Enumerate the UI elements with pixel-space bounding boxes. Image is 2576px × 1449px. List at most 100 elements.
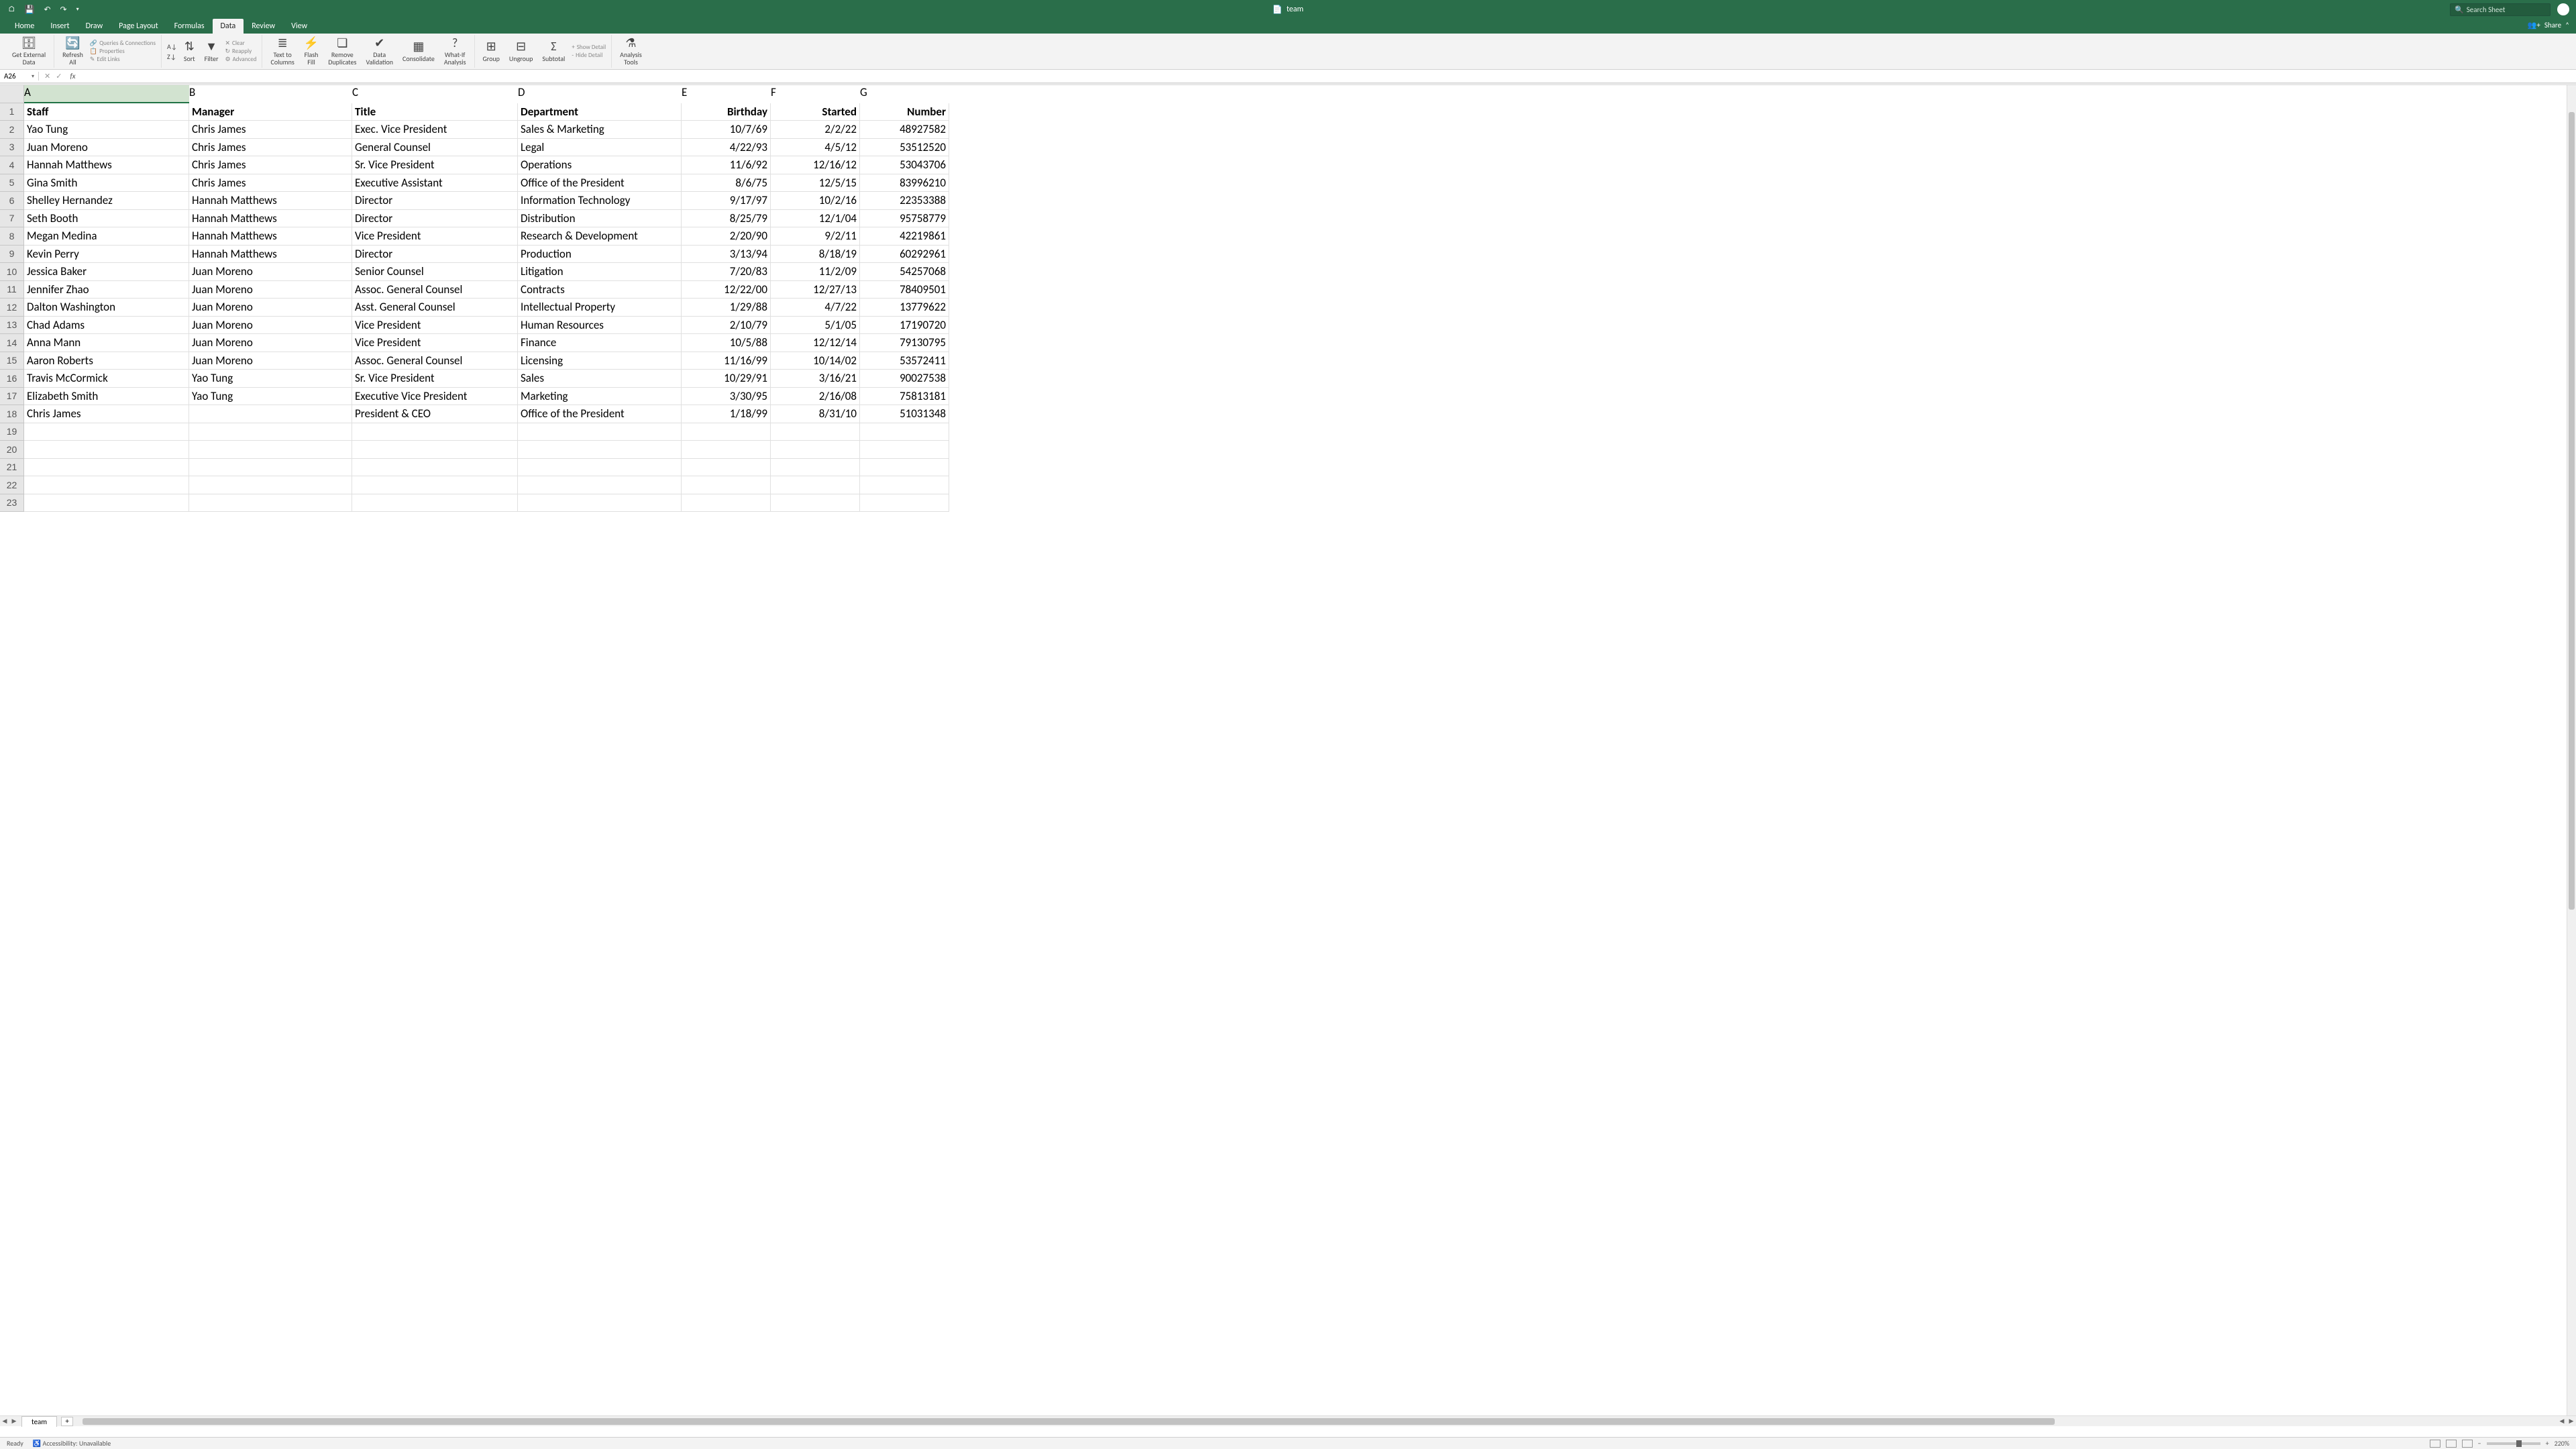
row-header[interactable]: 9 — [0, 246, 24, 264]
cell[interactable]: Sales — [518, 370, 682, 388]
cell[interactable]: Senior Counsel — [352, 263, 518, 281]
cell[interactable] — [682, 441, 771, 459]
cell[interactable] — [860, 494, 949, 513]
cell[interactable]: Yao Tung — [189, 388, 352, 406]
cell[interactable]: Human Resources — [518, 317, 682, 335]
cell[interactable]: 10/14/02 — [771, 352, 860, 370]
add-sheet-button[interactable]: + — [61, 1417, 73, 1426]
cell[interactable]: 9/17/97 — [682, 192, 771, 210]
cell[interactable] — [189, 441, 352, 459]
sort-desc-icon[interactable]: Z↓ — [167, 52, 177, 61]
cell[interactable] — [189, 494, 352, 513]
cell[interactable] — [24, 423, 189, 441]
cell[interactable]: Juan Moreno — [189, 299, 352, 317]
cell[interactable]: Finance — [518, 334, 682, 352]
sheet-tab[interactable]: team — [21, 1416, 57, 1427]
home-icon[interactable]: ⌂ — [8, 5, 15, 14]
cell[interactable] — [518, 423, 682, 441]
cell[interactable]: 4/5/12 — [771, 139, 860, 157]
cell[interactable]: 11/2/09 — [771, 263, 860, 281]
cell[interactable]: Chad Adams — [24, 317, 189, 335]
cell[interactable] — [860, 441, 949, 459]
cell[interactable]: 2/16/08 — [771, 388, 860, 406]
cell[interactable]: Research & Development — [518, 227, 682, 246]
cell[interactable]: Distribution — [518, 210, 682, 228]
cell[interactable]: Sr. Vice President — [352, 370, 518, 388]
cell[interactable]: Seth Booth — [24, 210, 189, 228]
cell[interactable]: 10/29/91 — [682, 370, 771, 388]
row-header[interactable]: 8 — [0, 227, 24, 246]
cell[interactable]: 2/20/90 — [682, 227, 771, 246]
cell[interactable]: Office of the President — [518, 405, 682, 423]
cell[interactable]: Exec. Vice President — [352, 121, 518, 139]
name-box[interactable]: A26 ▾ — [0, 72, 39, 80]
cell[interactable] — [518, 441, 682, 459]
cell[interactable]: Anna Mann — [24, 334, 189, 352]
tab-formulas[interactable]: Formulas — [166, 19, 213, 34]
cell[interactable]: 3/30/95 — [682, 388, 771, 406]
row-header[interactable]: 5 — [0, 174, 24, 193]
cell[interactable]: 10/7/69 — [682, 121, 771, 139]
row-header[interactable]: 23 — [0, 494, 24, 513]
cell[interactable]: 22353388 — [860, 192, 949, 210]
cell[interactable]: Juan Moreno — [24, 139, 189, 157]
cell[interactable]: Director — [352, 192, 518, 210]
cell[interactable]: 53043706 — [860, 156, 949, 174]
cell[interactable]: Elizabeth Smith — [24, 388, 189, 406]
cell[interactable]: 13779622 — [860, 299, 949, 317]
column-header-A[interactable]: A — [24, 85, 189, 103]
cell[interactable]: 8/25/79 — [682, 210, 771, 228]
cell[interactable]: Assoc. General Counsel — [352, 281, 518, 299]
cell[interactable]: 4/7/22 — [771, 299, 860, 317]
cell[interactable]: 12/1/04 — [771, 210, 860, 228]
cell[interactable]: Number — [860, 103, 949, 121]
cell[interactable]: Megan Medina — [24, 227, 189, 246]
cell[interactable] — [24, 494, 189, 513]
cell[interactable]: 51031348 — [860, 405, 949, 423]
row-header[interactable]: 12 — [0, 299, 24, 317]
cell[interactable] — [682, 476, 771, 494]
cell[interactable]: Operations — [518, 156, 682, 174]
cell[interactable]: Contracts — [518, 281, 682, 299]
search-input[interactable]: 🔍 Search Sheet — [2450, 3, 2551, 16]
queries-connections-button[interactable]: 🔗 Queries & Connections — [90, 40, 156, 47]
cell[interactable]: Intellectual Property — [518, 299, 682, 317]
cell[interactable]: Hannah Matthews — [24, 156, 189, 174]
cell[interactable]: Gina Smith — [24, 174, 189, 193]
tab-review[interactable]: Review — [244, 19, 283, 34]
cell[interactable]: 42219861 — [860, 227, 949, 246]
cell[interactable]: 11/6/92 — [682, 156, 771, 174]
cell[interactable]: Juan Moreno — [189, 334, 352, 352]
qat-more-icon[interactable]: ▾ — [76, 6, 79, 13]
cell[interactable]: Kevin Perry — [24, 246, 189, 264]
spreadsheet-grid[interactable]: ABCDEFG1StaffManagerTitleDepartmentBirth… — [0, 85, 2576, 1426]
cell[interactable]: Manager — [189, 103, 352, 121]
cell[interactable]: Office of the President — [518, 174, 682, 193]
cell[interactable] — [860, 423, 949, 441]
cell[interactable]: 12/27/13 — [771, 281, 860, 299]
cell[interactable] — [189, 405, 352, 423]
cell[interactable] — [682, 459, 771, 477]
cell[interactable]: Vice President — [352, 317, 518, 335]
enter-formula-icon[interactable]: ✓ — [56, 72, 62, 80]
cell[interactable]: 3/13/94 — [682, 246, 771, 264]
cell[interactable]: Information Technology — [518, 192, 682, 210]
share-icon[interactable]: 👥+ — [2528, 21, 2540, 30]
cell[interactable]: Chris James — [24, 405, 189, 423]
cell[interactable]: Asst. General Counsel — [352, 299, 518, 317]
cell[interactable]: 7/20/83 — [682, 263, 771, 281]
chevron-down-icon[interactable]: ▾ — [32, 73, 34, 80]
cell[interactable] — [518, 459, 682, 477]
select-all-corner[interactable] — [0, 85, 24, 103]
cell[interactable]: 12/22/00 — [682, 281, 771, 299]
cell[interactable]: 8/18/19 — [771, 246, 860, 264]
cell[interactable]: Vice President — [352, 227, 518, 246]
cell[interactable]: 90027538 — [860, 370, 949, 388]
cell[interactable]: 54257068 — [860, 263, 949, 281]
cell[interactable] — [682, 423, 771, 441]
cell[interactable]: 5/1/05 — [771, 317, 860, 335]
cell[interactable]: Juan Moreno — [189, 281, 352, 299]
row-header[interactable]: 22 — [0, 476, 24, 494]
column-header-C[interactable]: C — [352, 85, 518, 103]
cell[interactable] — [860, 476, 949, 494]
